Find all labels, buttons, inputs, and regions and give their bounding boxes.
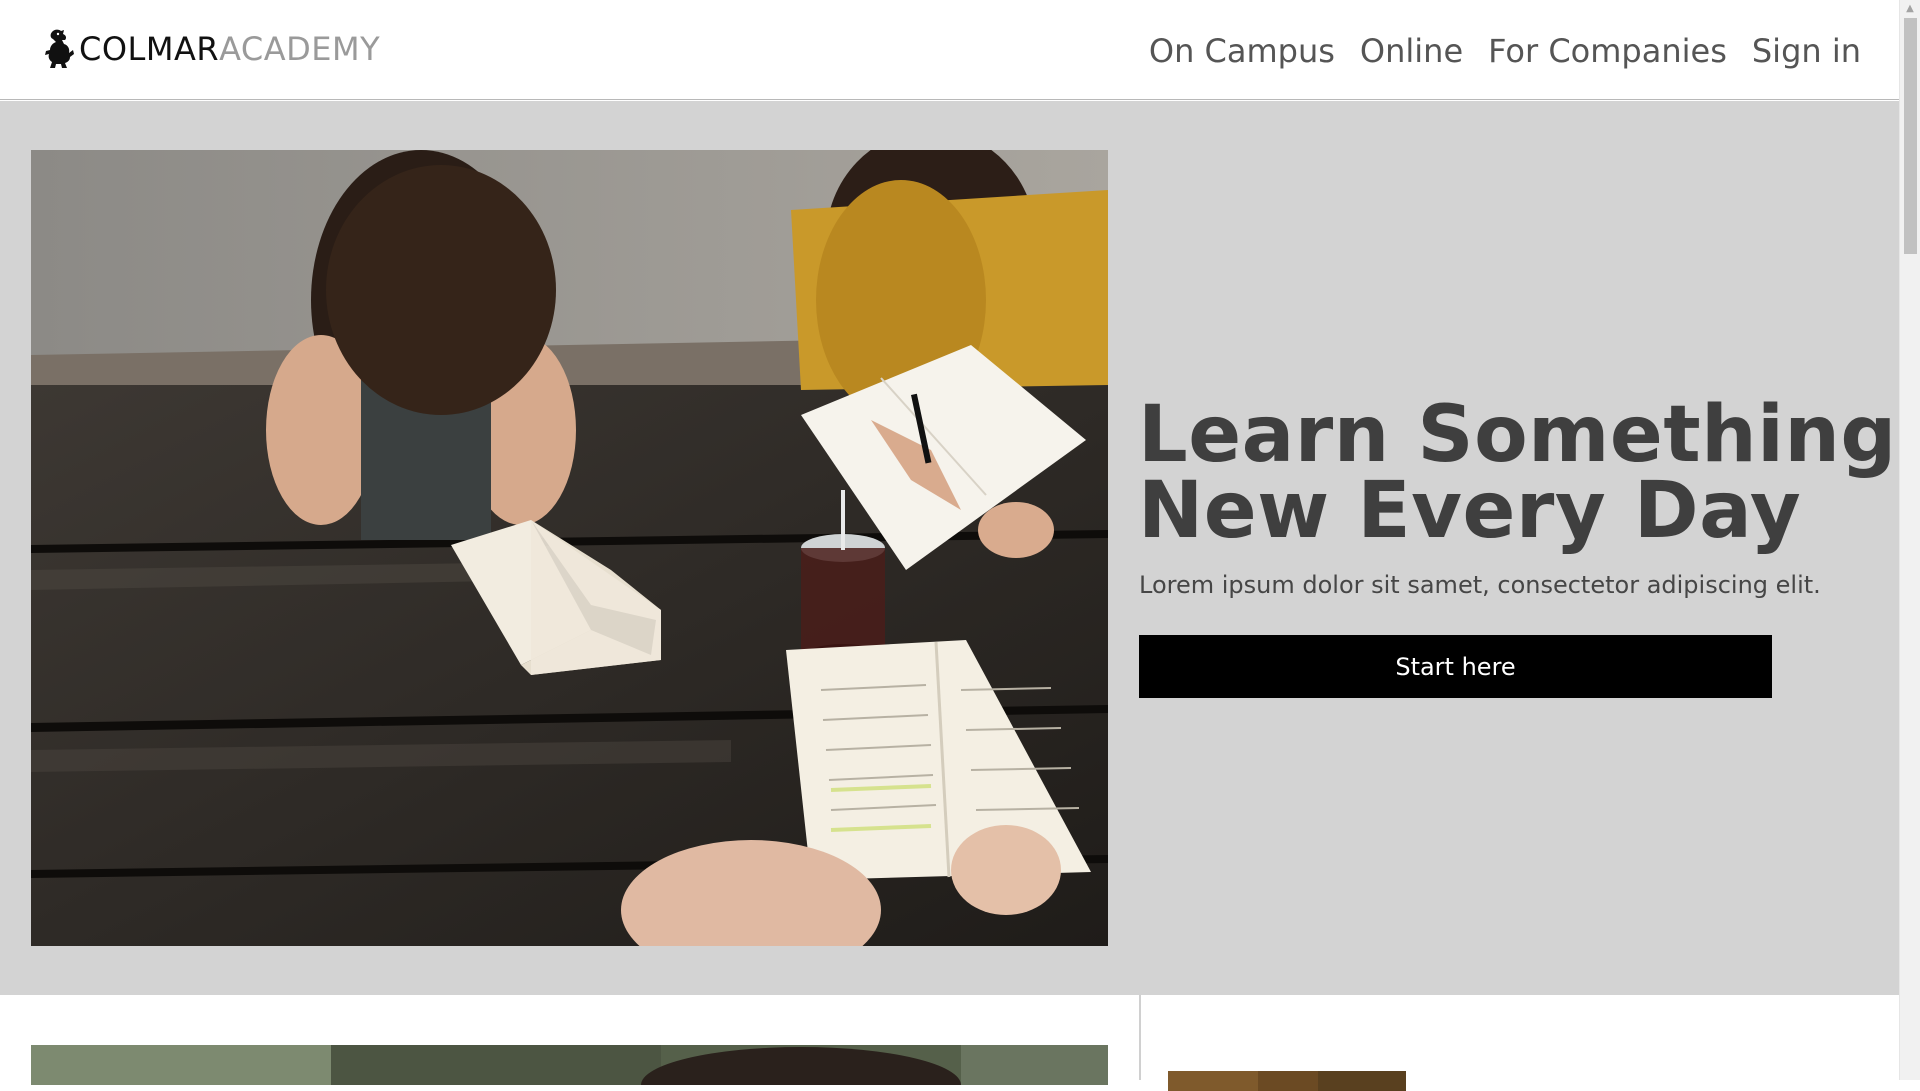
content-section bbox=[0, 995, 1899, 1091]
nav-online[interactable]: Online bbox=[1360, 32, 1463, 70]
hero-subtitle: Lorem ipsum dolor sit samet, consectetor… bbox=[1139, 571, 1821, 599]
hero-title-line-2: New Every Day bbox=[1138, 466, 1802, 556]
nav-on-campus[interactable]: On Campus bbox=[1149, 32, 1335, 70]
hero-section: Learn Something New Every Day Lorem ipsum… bbox=[0, 101, 1899, 995]
start-here-button[interactable]: Start here bbox=[1139, 635, 1772, 698]
scroll-up-arrow-icon[interactable]: ▲ bbox=[1900, 0, 1920, 17]
page-scrollbar[interactable]: ▲ bbox=[1899, 0, 1920, 1080]
logo-text-secondary: ACADEMY bbox=[219, 30, 381, 68]
hero-image bbox=[31, 150, 1108, 946]
hero-title: Learn Something New Every Day bbox=[1138, 396, 1898, 550]
lion-rampant-icon bbox=[45, 29, 74, 68]
logo-link[interactable]: COLMAR ACADEMY bbox=[42, 26, 380, 72]
nav-for-companies[interactable]: For Companies bbox=[1488, 32, 1727, 70]
students-reading-at-wooden-table-photo bbox=[31, 150, 1108, 946]
main-nav: On Campus Online For Companies Sign in bbox=[1124, 26, 1861, 76]
outdoor-autumn-photo bbox=[1168, 1071, 1406, 1091]
column-divider bbox=[1139, 995, 1141, 1080]
scrollbar-thumb[interactable] bbox=[1904, 18, 1917, 254]
student-portrait-photo bbox=[31, 1045, 1108, 1085]
site-header: COLMAR ACADEMY On Campus Online For Compa… bbox=[0, 0, 1899, 100]
logo-text-primary: COLMAR bbox=[79, 30, 220, 68]
nav-sign-in[interactable]: Sign in bbox=[1752, 32, 1861, 70]
